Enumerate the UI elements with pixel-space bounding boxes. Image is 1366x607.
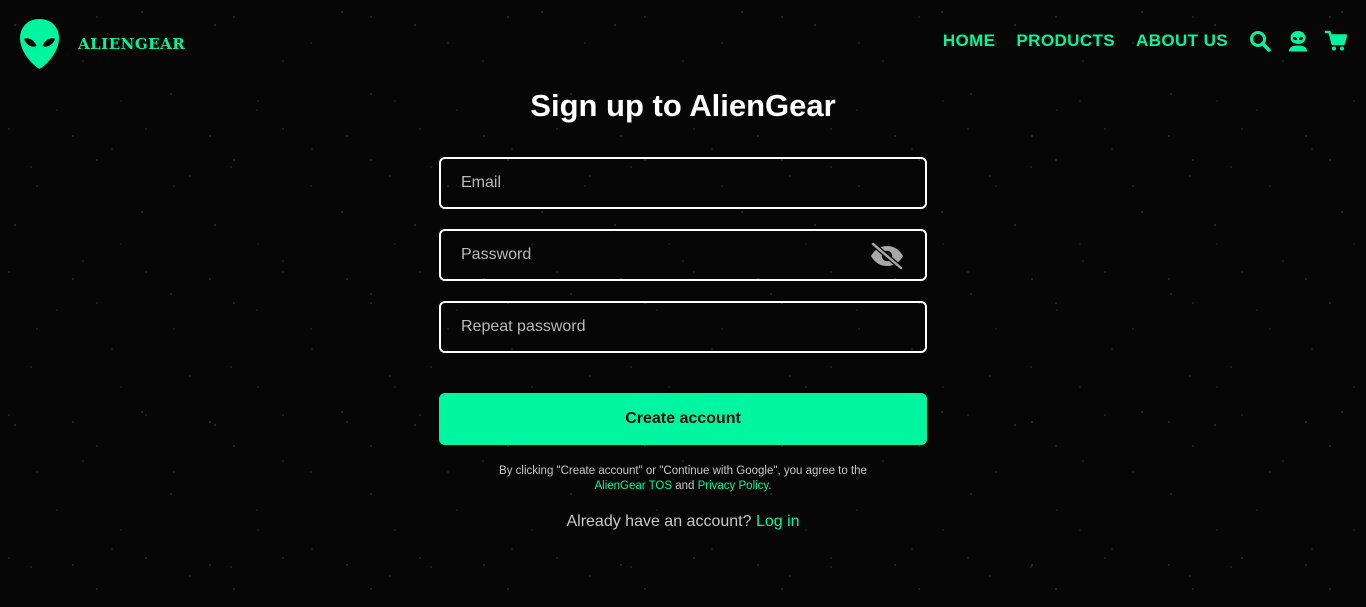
privacy-policy-link[interactable]: Privacy Policy (698, 480, 769, 492)
repeat-password-field-wrapper (439, 301, 927, 353)
terms-suffix: . (768, 480, 772, 492)
create-account-button[interactable]: Create account (439, 393, 927, 445)
site-header: ALIENGEAR HOME PRODUCTS ABOUT US (0, 0, 1366, 88)
search-icon[interactable] (1249, 30, 1271, 52)
cart-icon[interactable] (1325, 30, 1347, 52)
email-field-wrapper (439, 157, 927, 209)
brand-name: ALIENGEAR (78, 35, 186, 53)
terms-notice: By clicking "Create account" or "Continu… (483, 464, 883, 494)
password-input[interactable] (441, 231, 925, 279)
main-nav: HOME PRODUCTS ABOUT US (943, 30, 1347, 52)
login-prompt-text: Already have an account? (566, 513, 756, 530)
tos-link[interactable]: AlienGear TOS (594, 480, 672, 492)
user-icon[interactable] (1287, 30, 1309, 52)
email-input[interactable] (441, 159, 925, 207)
nav-link-products[interactable]: PRODUCTS (1016, 31, 1115, 51)
signup-page: ALIENGEAR HOME PRODUCTS ABOUT US Sign up… (0, 0, 1366, 607)
login-prompt: Already have an account? Log in (0, 513, 1366, 531)
eye-slash-icon[interactable] (869, 242, 905, 270)
terms-prefix: By clicking "Create account" or "Continu… (499, 465, 867, 477)
nav-link-home[interactable]: HOME (943, 31, 996, 51)
alien-head-icon (20, 19, 59, 69)
repeat-password-input[interactable] (441, 303, 925, 351)
page-title: Sign up to AlienGear (530, 88, 836, 123)
brand-logo-link[interactable]: ALIENGEAR (19, 18, 185, 70)
terms-middle: and (672, 480, 698, 492)
login-link[interactable]: Log in (756, 513, 800, 530)
nav-link-about-us[interactable]: ABOUT US (1136, 31, 1228, 51)
password-field-wrapper (439, 229, 927, 281)
